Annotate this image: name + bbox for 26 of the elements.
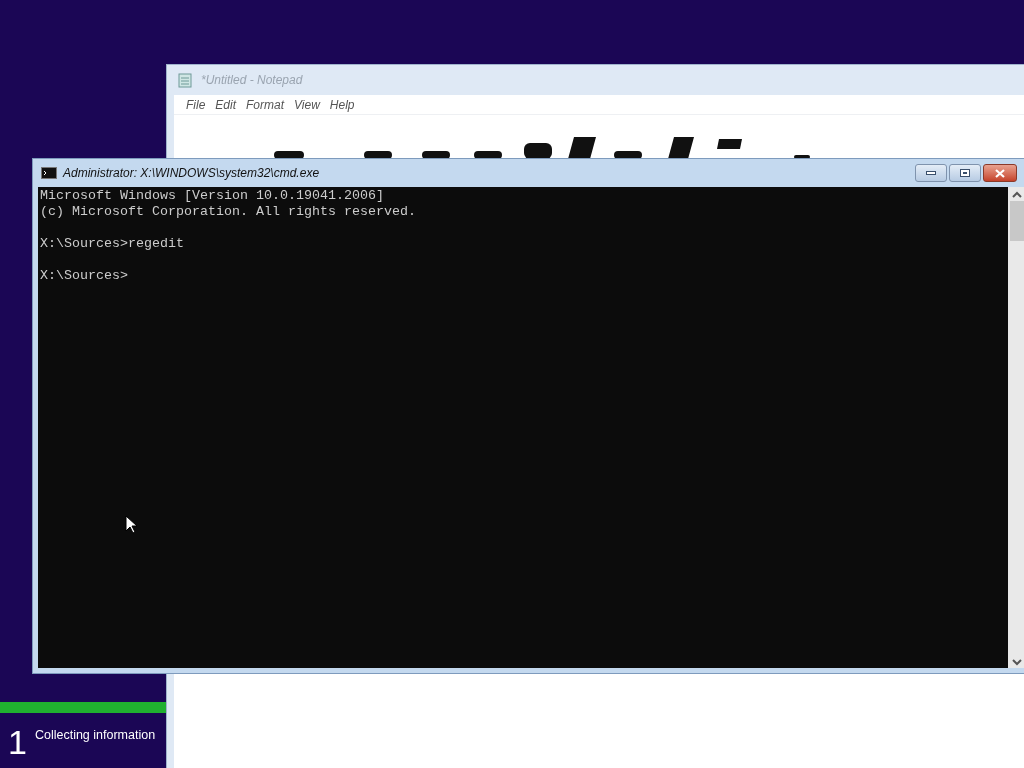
window-title: *Untitled - Notepad — [201, 72, 303, 89]
menu-item[interactable]: View — [290, 95, 324, 114]
scroll-down-icon — [1012, 658, 1022, 666]
console-line: Microsoft Windows [Version 10.0.19041.2006] — [40, 188, 384, 203]
maximize-icon — [960, 169, 970, 177]
console-line: X:\Sources> — [40, 268, 128, 283]
minimize-button[interactable] — [915, 164, 947, 182]
pointer-icon — [125, 515, 137, 534]
maximize-button[interactable] — [949, 164, 981, 182]
menu-item[interactable]: Format — [242, 95, 289, 114]
scrollbar[interactable] — [1008, 187, 1024, 668]
menu-item[interactable]: Edit — [211, 95, 241, 114]
console-line: X:\Sources>regedit — [40, 236, 184, 251]
menu-item[interactable]: File — [182, 95, 210, 114]
notepad-icon — [177, 72, 193, 88]
menu-item[interactable]: Help — [325, 95, 359, 114]
step-label: Collecting information — [34, 727, 156, 744]
scroll-thumb[interactable] — [1010, 201, 1024, 241]
console-line: (c) Microsoft Corporation. All rights reserved. — [40, 204, 416, 219]
console-icon — [41, 167, 57, 179]
close-button[interactable] — [983, 164, 1017, 182]
minimize-icon — [926, 171, 936, 175]
window-title: Administrator: X:\WINDOWS\system32\cmd.exe — [63, 165, 320, 182]
step-number: 1 — [8, 722, 27, 762]
scroll-up-icon — [1012, 191, 1022, 199]
close-icon — [995, 168, 1005, 178]
